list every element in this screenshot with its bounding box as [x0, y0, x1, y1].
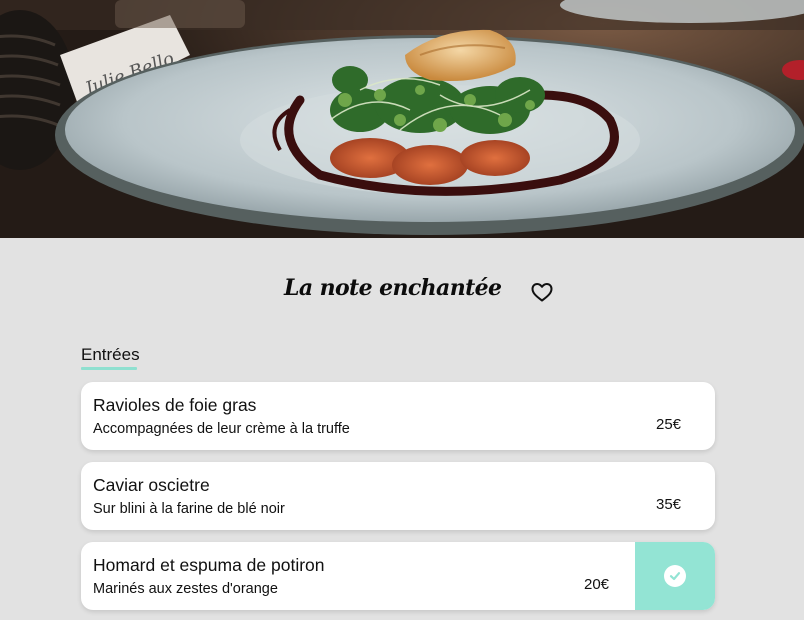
menu-item-name: Homard et espuma de potiron: [93, 555, 325, 575]
menu-item-price: 25€: [656, 416, 682, 433]
selected-indicator[interactable]: [635, 542, 715, 610]
hero-dish-photo: Julie Bello: [0, 0, 804, 238]
heart-icon[interactable]: [530, 281, 554, 303]
section-title-entrees: Entrées: [81, 345, 140, 364]
menu-item-name: Caviar oscietre: [93, 475, 210, 495]
menu-item-description: Accompagnées de leur crème à la truffe: [93, 421, 350, 437]
restaurant-title: La note enchantée: [284, 275, 502, 301]
menu-item-card-selected[interactable]: Homard et espuma de potiron Marinés aux …: [81, 542, 715, 610]
section-underline: [81, 367, 137, 370]
restaurant-header: La note enchantée: [0, 270, 804, 314]
menu-item-card[interactable]: Caviar oscietre Sur blini à la farine de…: [81, 462, 715, 530]
menu-item-description: Marinés aux zestes d'orange: [93, 581, 278, 597]
menu-item-price: 20€: [584, 576, 610, 593]
menu-item-card[interactable]: Ravioles de foie gras Accompagnées de le…: [81, 382, 715, 450]
menu-item-name: Ravioles de foie gras: [93, 395, 257, 415]
menu-item-description: Sur blini à la farine de blé noir: [93, 501, 285, 517]
check-circle-icon: [664, 565, 686, 587]
menu-item-price: 35€: [656, 496, 682, 513]
